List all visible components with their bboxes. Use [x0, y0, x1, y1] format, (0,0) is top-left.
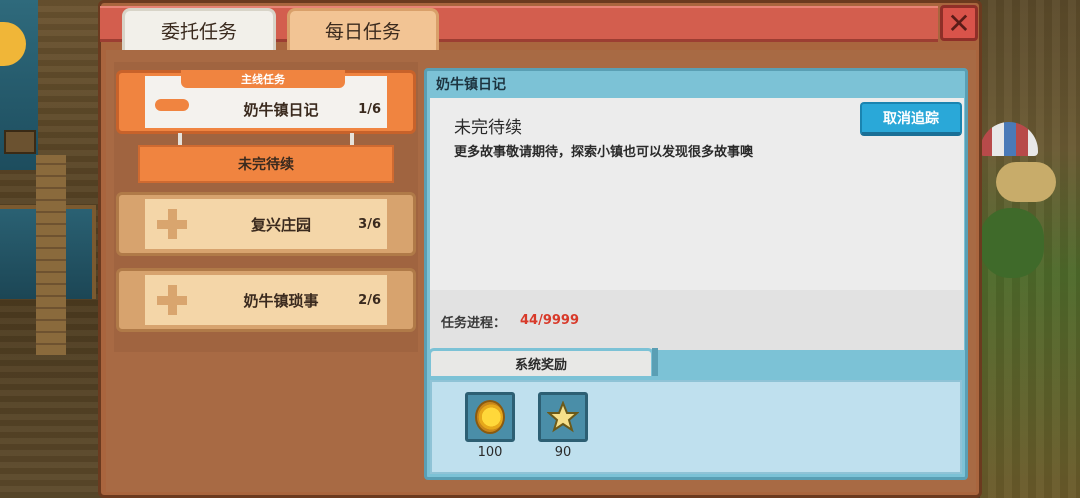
plus-icon	[157, 209, 187, 239]
rewards-tab-edge	[652, 348, 658, 376]
tab-daily-quests[interactable]: 每日任务	[287, 8, 439, 50]
quest-name: 复兴庄园	[250, 215, 311, 234]
reward-amount: 90	[554, 445, 572, 460]
quest-item[interactable]: 奶牛镇琐事 2/6	[116, 268, 416, 332]
detail-progress-area	[430, 290, 964, 350]
connector	[350, 133, 354, 145]
plus-icon	[157, 285, 187, 315]
quest-count: 2/6	[358, 292, 381, 308]
main-quest-badge: 主线任务	[181, 70, 345, 88]
cancel-tracking-button[interactable]: 取消追踪	[860, 102, 962, 136]
cancel-tracking-label: 取消追踪	[883, 111, 939, 127]
tab-label: 委托任务	[160, 21, 237, 43]
quest-count: 1/6	[358, 101, 381, 117]
close-x-icon: ✕	[947, 6, 971, 40]
quest-name: 奶牛镇琐事	[243, 291, 319, 310]
quest-sub-status[interactable]: 未完待续	[138, 145, 394, 183]
quest-name: 奶牛镇日记	[243, 100, 319, 119]
quest-description: 更多故事敬请期待，探索小镇也可以发现很多故事噢	[454, 145, 754, 160]
tab-label: 每日任务	[324, 21, 401, 43]
quest-status-title: 未完待续	[454, 118, 522, 138]
background-bush	[980, 208, 1044, 278]
reward-gold-coin[interactable]	[465, 392, 515, 442]
reward-star[interactable]	[538, 392, 588, 442]
quest-count: 3/6	[358, 216, 381, 232]
star-icon	[547, 401, 579, 433]
reward-amount: 100	[477, 445, 503, 460]
rewards-tab-label: 系统奖励	[514, 358, 567, 373]
progress-value: 44/9999	[520, 313, 580, 328]
progress-label: 任务进程：	[441, 316, 507, 331]
quest-item-active[interactable]: 主线任务 奶牛镇日记 1/6	[116, 70, 416, 134]
background-sign	[4, 130, 36, 154]
background-hay	[996, 162, 1056, 202]
gold-coin-icon	[475, 400, 505, 434]
quest-item[interactable]: 复兴庄园 3/6	[116, 192, 416, 256]
system-rewards-tab: 系统奖励	[428, 348, 654, 376]
connector	[178, 133, 182, 145]
detail-header: 奶牛镇日记	[436, 77, 506, 93]
selected-indicator-icon	[155, 99, 189, 111]
close-button[interactable]: ✕	[940, 5, 978, 41]
tab-commission-quests[interactable]: 委托任务	[122, 8, 276, 50]
background-dock	[36, 155, 66, 355]
